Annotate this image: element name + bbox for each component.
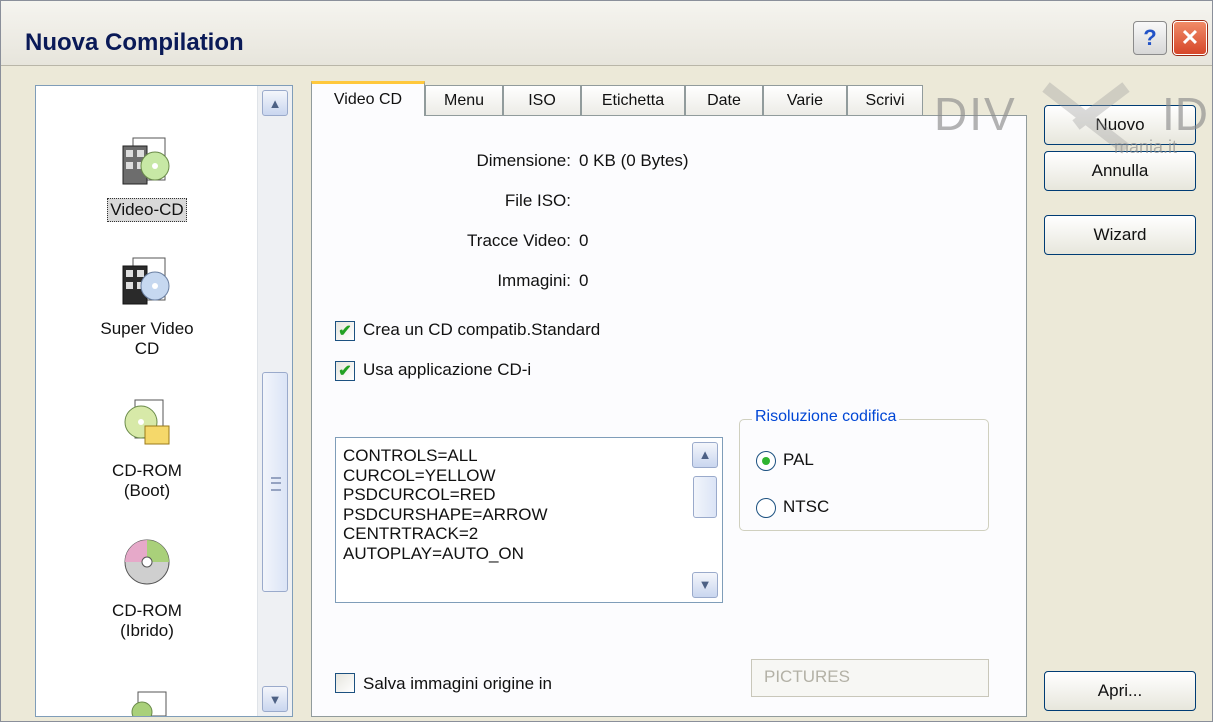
scroll-thumb[interactable] [693,476,717,518]
close-icon: ✕ [1180,25,1200,50]
tab-label: ISO [528,91,556,109]
save-images-label[interactable]: Salva immagini origine in [363,674,552,694]
config-line: CENTRTRACK=2 [343,524,479,543]
cdi-app-checkbox[interactable]: ✔ [335,361,355,381]
config-line: CURCOL=YELLOW [343,465,496,485]
tab-label: Etichetta [601,91,665,109]
window-title: Nuova Compilation [25,29,244,56]
tab-label: Varie [786,91,824,109]
button-label: Wizard [1093,225,1147,244]
tab-label: Date [707,91,741,109]
wizard-button[interactable]: Wizard [1044,215,1196,255]
list-item-super-video-cd[interactable]: Super Video CD [36,252,258,360]
compilation-type-list[interactable]: Video-CD Super Video CD CD-ROM (Boot) CD… [35,85,293,717]
tab-video-cd[interactable]: Video CD [311,81,425,116]
config-textarea[interactable]: CONTROLS=ALL CURCOL=YELLOW PSDCURCOL=RED… [335,437,723,603]
document-icon [131,691,167,716]
close-button[interactable]: ✕ [1173,21,1207,55]
config-line: CONTROLS=ALL [343,446,478,465]
textarea-scrollbar[interactable]: ▲ ▼ [691,442,719,598]
list-item-label: Video-CD [107,198,187,222]
ntsc-radio[interactable] [756,498,776,518]
watermark-text: DIV [934,88,1017,140]
encoding-resolution-group: Risoluzione codifica [739,408,989,531]
scroll-up-button[interactable]: ▲ [262,90,288,116]
chevron-down-icon: ▼ [268,691,282,707]
tab-label: Scrivi [865,91,905,109]
radio-dot-icon [762,457,770,465]
config-line: PSDCURSHAPE=ARROW [343,504,548,524]
standard-cd-checkbox[interactable]: ✔ [335,321,355,341]
tab-iso[interactable]: ISO [503,85,581,115]
watermark-text: ID [1162,88,1208,140]
images-value: 0 [579,271,589,290]
pal-radio[interactable] [756,451,776,471]
ntsc-label[interactable]: NTSC [783,497,829,517]
watermark-text: mania.it [1114,137,1178,157]
help-icon: ? [1143,25,1157,50]
pictures-folder-input[interactable]: PICTURES [751,659,989,697]
button-label: Apri... [1097,681,1143,700]
chevron-up-icon: ▲ [698,447,712,463]
video-cd-icon [122,137,170,185]
size-label: Dimensione: [476,151,572,170]
scroll-thumb[interactable] [262,372,288,592]
checkmark-icon: ✔ [338,323,352,340]
chevron-up-icon: ▲ [268,95,282,111]
tab-etichetta[interactable]: Etichetta [581,85,685,115]
pal-label[interactable]: PAL [783,450,814,470]
list-item-label: CD-ROM (Ibrido) [112,601,182,640]
list-item-cd-rom-hybrid[interactable]: CD-ROM (Ibrido) [36,534,258,642]
video-tracks-value: 0 [579,231,589,250]
tab-label: Menu [443,91,485,109]
tab-varie[interactable]: Varie [763,85,847,115]
tab-date[interactable]: Date [685,85,763,115]
tab-scrivi[interactable]: Scrivi [847,85,923,115]
iso-file-label: File ISO: [504,191,571,210]
open-button[interactable]: Apri... [1044,671,1196,711]
list-item-label: CD-ROM (Boot) [112,461,182,500]
config-line: PSDCURCOL=RED [343,485,496,504]
standard-cd-label[interactable]: Crea un CD compatib.Standard [363,320,600,340]
checkmark-icon: ✔ [338,363,352,380]
title-bar: Nuova Compilation ? ✕ [1,1,1212,66]
video-tracks-label: Tracce Video: [467,231,571,250]
size-value: 0 KB (0 Bytes) [579,151,689,170]
cd-rom-boot-icon [124,399,170,445]
group-title: Risoluzione codifica [752,408,900,426]
super-video-cd-icon [122,257,170,305]
tab-label: Video CD [333,91,403,108]
scroll-up-button[interactable]: ▲ [692,442,718,468]
divx-mania-watermark: DIV ID mania.it [926,79,1213,169]
new-compilation-dialog: Nuova Compilation ? ✕ Video-CD Super Vid… [0,0,1213,722]
list-item-label: Super Video CD [100,319,194,358]
cd-rom-hybrid-icon [124,539,170,585]
list-item-video-cd[interactable]: Video-CD [36,132,258,222]
list-item-cd-rom-boot[interactable]: CD-ROM (Boot) [36,394,258,502]
tab-menu[interactable]: Menu [425,85,503,115]
save-images-checkbox[interactable] [335,673,355,693]
config-line: AUTOPLAY=AUTO_ON [343,543,524,563]
grip-icon [271,477,281,491]
scroll-down-button[interactable]: ▼ [692,572,718,598]
help-button[interactable]: ? [1133,21,1167,55]
scroll-down-button[interactable]: ▼ [262,686,288,712]
images-label: Immagini: [497,271,571,290]
list-scrollbar[interactable]: ▲ ▼ [257,86,292,716]
cdi-app-label[interactable]: Usa applicazione CD-i [363,360,531,380]
chevron-down-icon: ▼ [698,577,712,593]
